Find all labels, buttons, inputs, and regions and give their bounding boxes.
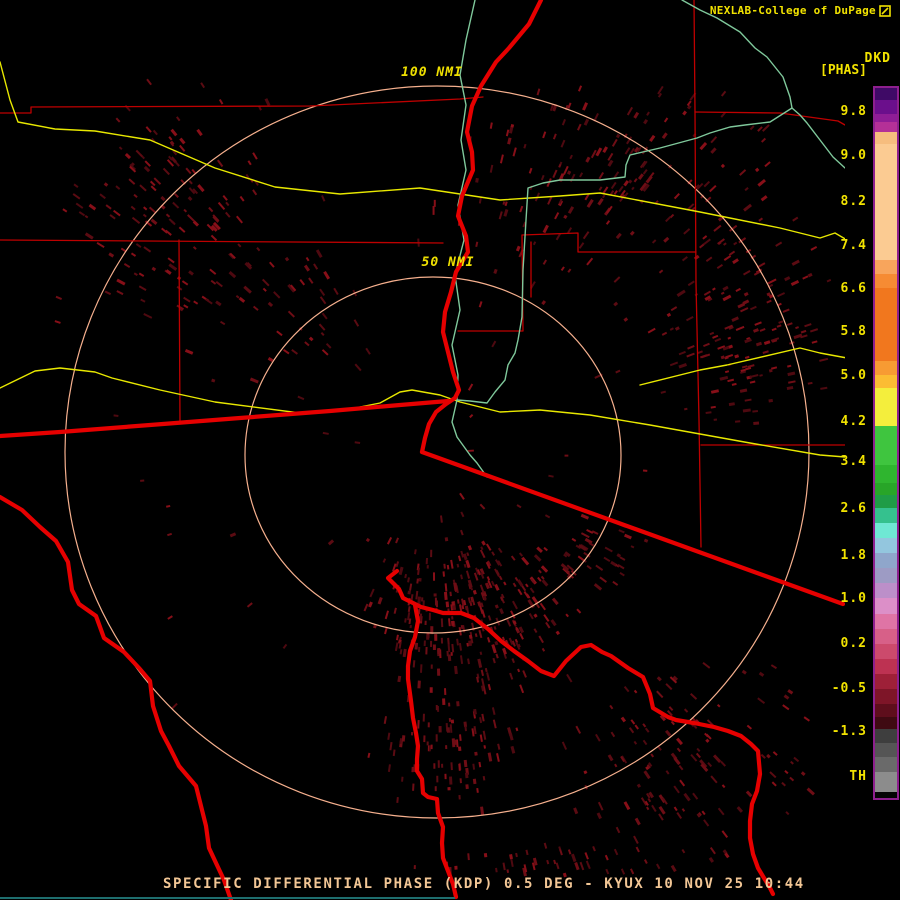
site-title: NEXLAB-College of DuPage [710, 4, 891, 17]
radar-map-canvas [0, 0, 848, 900]
colorbar-segment [875, 522, 897, 539]
colorbar-segment [875, 771, 897, 792]
site-title-text: NEXLAB-College of DuPage [709, 4, 876, 17]
colorbar-segment [875, 274, 897, 289]
colorbar-segment [875, 704, 897, 718]
colorbar-tick--1.3: -1.3 [831, 724, 867, 739]
colorbar-segment [875, 388, 897, 427]
colorbar-segment [875, 122, 897, 133]
colorbar-tick-2.6: 2.6 [840, 501, 867, 516]
colorbar-tick-8.2: 8.2 [840, 194, 867, 209]
colorbar-segment [875, 717, 897, 730]
colorbar-tick-1.8: 1.8 [840, 548, 867, 563]
colorbar-tick-1.0: 1.0 [840, 591, 867, 606]
colorbar-segment [875, 360, 897, 375]
colorbar-tick-9.0: 9.0 [840, 148, 867, 163]
colorbar-tick-9.8: 9.8 [840, 104, 867, 119]
colorbar-segment [875, 426, 897, 465]
colorbar-tick-0.2: 0.2 [840, 636, 867, 651]
colorbar-tick-6.6: 6.6 [840, 281, 867, 296]
colorbar-segment [875, 628, 897, 644]
colorbar-segment [875, 132, 897, 145]
colorbar-segment [875, 144, 897, 261]
colorbar-segment [875, 507, 897, 523]
radar-viewer-window: 100 NMI 50 NMI NEXLAB-College of DuPage … [0, 0, 900, 900]
product-code-label: DKD [864, 51, 891, 66]
kdp-colorbar [873, 86, 899, 800]
colorbar-tick-4.2: 4.2 [840, 414, 867, 429]
colorbar-segment [875, 658, 897, 674]
colorbar-tick-7.4: 7.4 [840, 238, 867, 253]
colorbar-tick-3.4: 3.4 [840, 454, 867, 469]
colorbar-tick--0.5: -0.5 [831, 681, 867, 696]
colorbar-segment [875, 464, 897, 483]
colorbar-segment [875, 553, 897, 569]
colorbar-segment [875, 673, 897, 689]
colorbar-segment [875, 729, 897, 744]
colorbar-tick-5.8: 5.8 [840, 324, 867, 339]
colorbar-segment [875, 568, 897, 584]
colorbar-segment [875, 791, 897, 798]
range-ring-label-50nmi: 50 NMI [421, 255, 475, 270]
colorbar-segment [875, 482, 897, 495]
colorbar-tick-TH: TH [849, 769, 867, 784]
product-title: SPECIFIC DIFFERENTIAL PHASE (KDP) 0.5 DE… [163, 876, 805, 892]
range-ring-label-100nmi: 100 NMI [401, 65, 463, 80]
colorbar-segment [875, 288, 897, 361]
product-units-label: [PHAS] [820, 63, 867, 78]
colorbar-tick-5.0: 5.0 [840, 368, 867, 383]
colorbar-segment [875, 688, 897, 705]
colorbar-segment [875, 538, 897, 554]
colorbar-segment [875, 114, 897, 123]
colorbar-segment [875, 494, 897, 508]
colorbar-segment [875, 583, 897, 599]
colorbar-segment [875, 100, 897, 115]
bottom-edge-line [0, 897, 455, 899]
colorbar-segment [875, 613, 897, 629]
colorbar-segment [875, 643, 897, 659]
nexlab-logo-icon [879, 4, 891, 17]
colorbar-segment [875, 757, 897, 772]
colorbar-segment [875, 743, 897, 758]
colorbar-segment [875, 88, 897, 101]
colorbar-segment [875, 260, 897, 275]
colorbar-segment [875, 598, 897, 614]
colorbar-segment [875, 374, 897, 389]
